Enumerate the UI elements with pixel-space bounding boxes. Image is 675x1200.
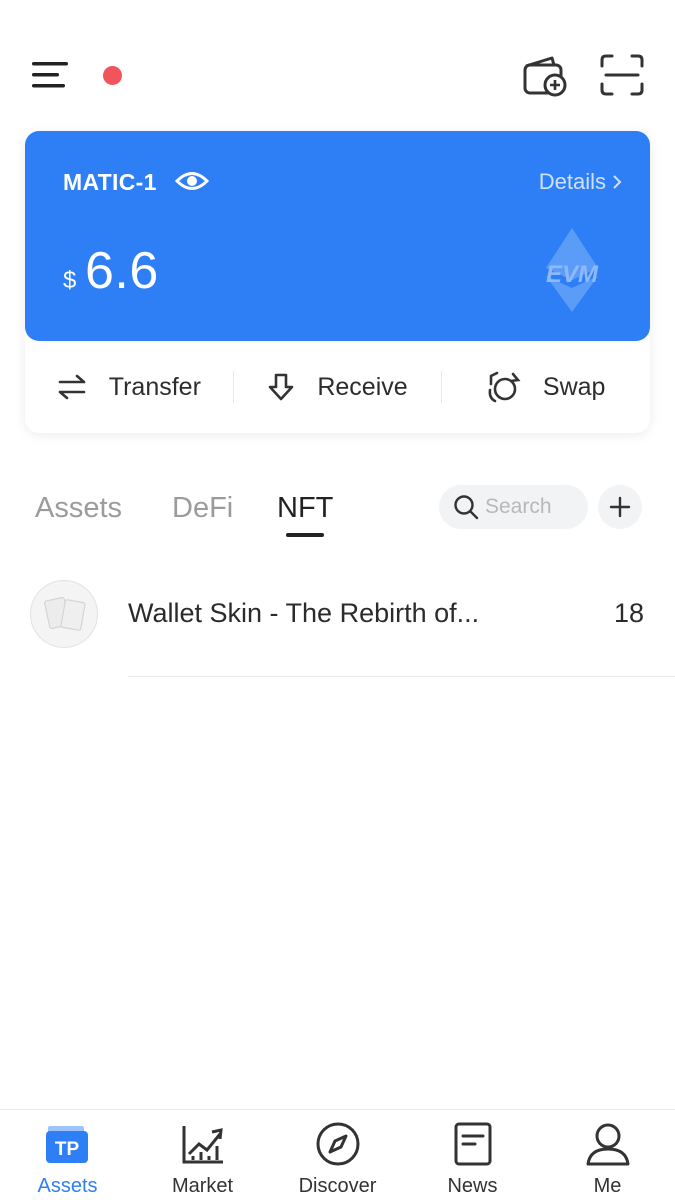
tab-assets[interactable]: Assets [35, 492, 122, 525]
wallet-balance-panel[interactable]: MATIC-1 Details $ 6.6 EVM [25, 131, 650, 341]
transfer-icon [58, 374, 86, 400]
swap-icon [488, 371, 521, 403]
tab-defi[interactable]: DeFi [172, 492, 233, 525]
bottom-navigation: TP Assets Market Discover News Me [0, 1109, 675, 1200]
wallet-card: MATIC-1 Details $ 6.6 EVM Transfer Recei… [25, 131, 650, 433]
tp-logo-icon: TP [45, 1126, 88, 1163]
plus-icon [609, 496, 631, 518]
evm-network-icon: EVM [532, 226, 612, 314]
notification-dot [103, 66, 122, 85]
nav-discover[interactable]: Discover [270, 1110, 405, 1200]
compass-icon [316, 1122, 359, 1166]
wallet-balance: 6.6 [85, 242, 159, 300]
swap-label: Swap [542, 372, 606, 401]
nav-label: Me [593, 1175, 622, 1197]
active-tab-indicator [286, 533, 324, 537]
svg-text:TP: TP [54, 1139, 79, 1160]
list-item[interactable]: Wallet Skin - The Rebirth of... 18 [0, 572, 675, 678]
svg-text:EVM: EVM [546, 261, 599, 288]
nft-thumbnail [30, 580, 98, 648]
add-token-button[interactable] [598, 485, 642, 529]
nav-news[interactable]: News [405, 1110, 540, 1200]
currency-symbol: $ [63, 267, 77, 294]
wallet-name: MATIC-1 [63, 169, 157, 195]
eye-icon[interactable] [174, 168, 210, 194]
search-icon [454, 495, 479, 520]
add-wallet-icon[interactable] [520, 52, 570, 98]
transfer-label: Transfer [108, 372, 201, 401]
receive-label: Receive [317, 372, 408, 401]
details-label: Details [538, 169, 606, 194]
wallet-actions: Transfer Receive Swap [25, 341, 650, 433]
receive-button[interactable]: Receive [234, 357, 442, 417]
news-icon [454, 1122, 491, 1166]
top-bar [0, 0, 675, 130]
market-chart-icon [182, 1126, 223, 1164]
nav-assets[interactable]: TP Assets [0, 1110, 135, 1200]
swap-button[interactable]: Swap [442, 357, 650, 417]
tab-nft[interactable]: NFT [277, 492, 333, 525]
search-box[interactable] [439, 485, 588, 529]
divider [128, 676, 675, 677]
nav-label: News [447, 1175, 498, 1197]
receive-icon [269, 373, 294, 401]
nav-label: Discover [298, 1175, 377, 1197]
details-link[interactable]: Details [539, 169, 622, 195]
nav-market[interactable]: Market [135, 1110, 270, 1200]
transfer-button[interactable]: Transfer [25, 357, 233, 417]
search-input[interactable] [485, 495, 585, 519]
nav-me[interactable]: Me [540, 1110, 675, 1200]
chevron-right-icon [613, 175, 622, 189]
nav-label: Market [171, 1175, 234, 1197]
nav-label: Assets [37, 1175, 98, 1197]
person-icon [586, 1123, 629, 1166]
scan-icon[interactable] [598, 52, 646, 98]
menu-icon[interactable] [30, 58, 72, 92]
nft-count: 18 [613, 598, 644, 628]
nft-collection-name: Wallet Skin - The Rebirth of... [128, 598, 480, 628]
